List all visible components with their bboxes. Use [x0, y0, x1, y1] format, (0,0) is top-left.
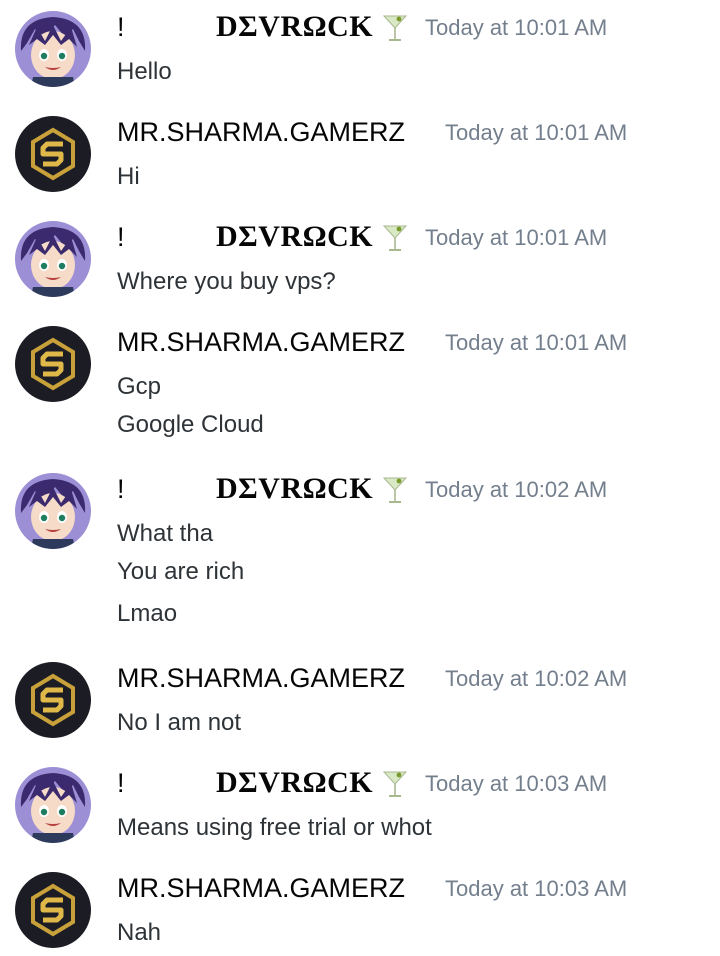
message-text: Hello — [117, 58, 172, 85]
username-devrock[interactable]: DΣVRΩCK — [216, 5, 373, 49]
timestamp[interactable]: Today at 10:02 AM — [445, 656, 627, 702]
message-text: You are rich — [117, 558, 245, 585]
timestamp[interactable]: Today at 10:01 AM — [445, 110, 627, 156]
timestamp[interactable]: Today at 10:03 AM — [425, 761, 607, 807]
cocktail-glass-icon — [382, 771, 408, 797]
message-text: Where you buy vps? — [117, 268, 336, 295]
message-text: Google Cloud — [117, 411, 264, 438]
cocktail-glass-icon — [382, 225, 408, 251]
username-sharma[interactable]: MR.SHARMA.GAMERZ — [117, 866, 405, 910]
username-prefix: ! — [117, 222, 125, 252]
anime-boy-avatar-icon — [15, 11, 91, 87]
username-sharma[interactable]: MR.SHARMA.GAMERZ — [117, 110, 405, 154]
cocktail-glass-icon — [382, 15, 408, 41]
gold-s-logo-avatar-icon — [15, 872, 91, 948]
username-devrock[interactable]: DΣVRΩCK — [216, 215, 373, 259]
avatar-sharma[interactable] — [15, 326, 91, 402]
message-text: Gcp — [117, 373, 162, 400]
chat-log: ! DΣVRΩCK Today at 10:01 AM Hello MR.SHA… — [0, 0, 720, 956]
timestamp[interactable]: Today at 10:02 AM — [425, 467, 607, 513]
username-devrock[interactable]: DΣVRΩCK — [216, 467, 373, 511]
message-text: What tha — [117, 520, 214, 547]
message-text: Means using free trial or whot — [117, 814, 432, 841]
timestamp[interactable]: Today at 10:01 AM — [445, 320, 627, 366]
gold-s-logo-avatar-icon — [15, 662, 91, 738]
message-text: Hi — [117, 163, 140, 190]
timestamp[interactable]: Today at 10:01 AM — [425, 5, 607, 51]
avatar-sharma[interactable] — [15, 872, 91, 948]
timestamp[interactable]: Today at 10:03 AM — [445, 866, 627, 912]
avatar-sharma[interactable] — [15, 116, 91, 192]
gold-s-logo-avatar-icon — [15, 116, 91, 192]
username-devrock[interactable]: DΣVRΩCK — [216, 761, 373, 805]
avatar-devrock[interactable] — [15, 767, 91, 843]
message-text: Nah — [117, 919, 162, 946]
username-sharma[interactable]: MR.SHARMA.GAMERZ — [117, 656, 405, 700]
message-text: Lmao — [117, 600, 178, 627]
anime-boy-avatar-icon — [15, 473, 91, 549]
avatar-devrock[interactable] — [15, 473, 91, 549]
username-prefix: ! — [117, 474, 125, 504]
avatar-devrock[interactable] — [15, 221, 91, 297]
timestamp[interactable]: Today at 10:01 AM — [425, 215, 607, 261]
username-sharma[interactable]: MR.SHARMA.GAMERZ — [117, 320, 405, 364]
cocktail-glass-icon — [382, 477, 408, 503]
gold-s-logo-avatar-icon — [15, 326, 91, 402]
username-prefix: ! — [117, 12, 125, 42]
message-text: No I am not — [117, 709, 242, 736]
anime-boy-avatar-icon — [15, 767, 91, 843]
anime-boy-avatar-icon — [15, 221, 91, 297]
avatar-devrock[interactable] — [15, 11, 91, 87]
username-prefix: ! — [117, 768, 125, 798]
avatar-sharma[interactable] — [15, 662, 91, 738]
